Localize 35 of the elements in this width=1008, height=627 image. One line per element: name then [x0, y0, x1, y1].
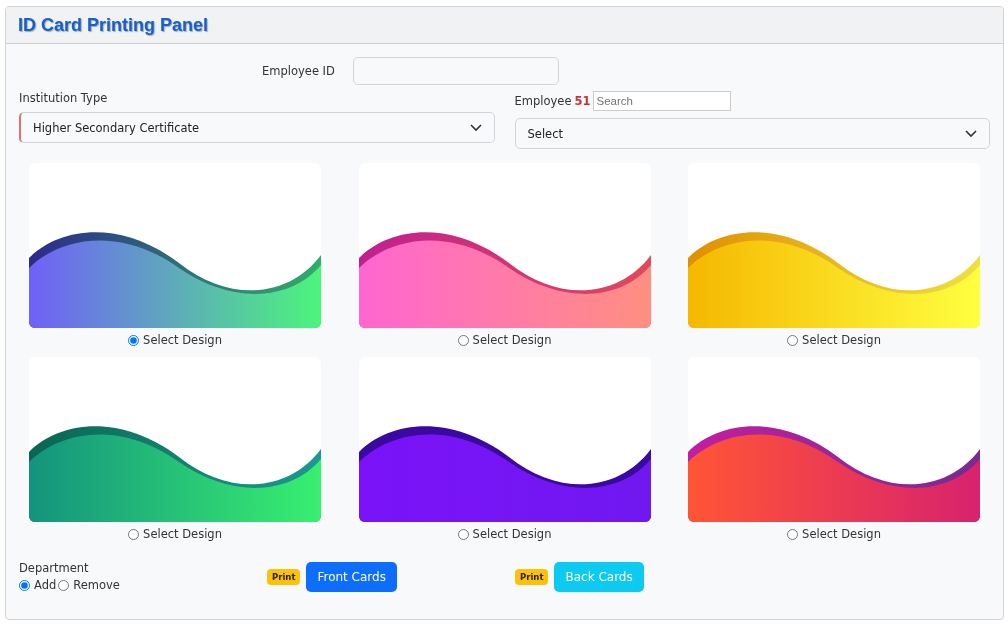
design-radio-label: Select Design — [472, 527, 552, 541]
design-radio-label: Select Design — [143, 333, 222, 347]
employee-id-field[interactable] — [352, 57, 559, 85]
employee-select[interactable]: Select — [514, 118, 990, 149]
print-badge: Print — [267, 568, 301, 585]
institution-type-label: Institution Type — [19, 91, 109, 105]
card-design-preview[interactable] — [29, 357, 321, 522]
department-radio-label: Add — [34, 578, 57, 592]
card-design-preview[interactable] — [688, 357, 980, 522]
design-radio-label: Select Design — [802, 527, 881, 541]
design-radio[interactable] — [787, 528, 799, 540]
design-radio[interactable] — [787, 334, 799, 346]
print-badge: Print — [515, 568, 549, 585]
department-radio[interactable] — [19, 579, 30, 591]
institution-type-select[interactable]: Higher Secondary Certificate — [19, 112, 495, 143]
department-radio[interactable] — [58, 579, 70, 591]
design-radio[interactable] — [128, 334, 140, 346]
search-field[interactable]: Search — [593, 91, 732, 111]
card-design-preview[interactable] — [29, 163, 321, 328]
design-radio-label: Select Design — [143, 527, 222, 541]
department-label: Department — [19, 561, 90, 575]
design-radio-label: Select Design — [472, 333, 552, 347]
employee-count: 51 — [574, 94, 591, 108]
panel-title: ID Card Printing Panel — [18, 14, 209, 36]
design-radio[interactable] — [457, 334, 469, 346]
design-radio-label: Select Design — [802, 333, 881, 347]
department-radio-label: Remove — [73, 578, 120, 592]
card-design-preview[interactable] — [358, 357, 651, 522]
design-radio[interactable] — [457, 528, 469, 540]
design-radio[interactable] — [128, 528, 140, 540]
print-cards-button[interactable]: Front Cards — [306, 561, 397, 592]
chevron-down-icon — [469, 123, 482, 132]
chevron-down-icon — [965, 129, 977, 138]
employee-label: Employee — [514, 94, 572, 108]
employee-id-label: Employee ID — [262, 64, 335, 78]
